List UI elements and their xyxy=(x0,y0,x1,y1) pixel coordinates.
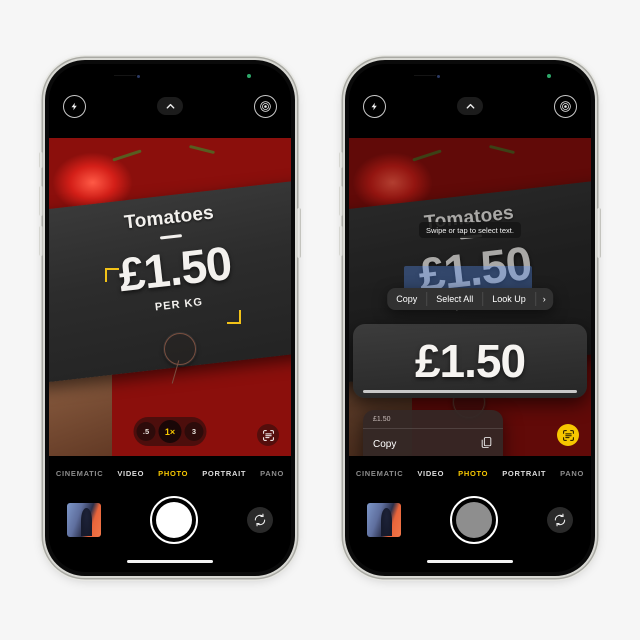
mode-portrait[interactable]: PORTRAIT xyxy=(202,469,246,478)
chevron-right-icon[interactable]: › xyxy=(536,288,553,310)
flash-icon[interactable] xyxy=(63,94,86,118)
zoom-chip-1x[interactable]: 1× xyxy=(158,420,182,443)
magnified-price-text: £1.50 xyxy=(414,335,526,387)
volume-up-button[interactable] xyxy=(39,186,43,216)
shutter-button[interactable] xyxy=(450,496,498,544)
dynamic-island xyxy=(432,64,508,74)
shutter-button[interactable] xyxy=(150,496,198,544)
currency-conversion-card: £1.50 Copy US dollars xyxy=(363,410,503,456)
face-id-sensor xyxy=(137,75,140,78)
volume-down-button[interactable] xyxy=(39,226,43,256)
mute-switch[interactable] xyxy=(39,152,43,168)
live-text-scan-icon[interactable] xyxy=(257,424,279,446)
mode-cinematic[interactable]: CINEMATIC xyxy=(56,469,103,478)
phone-right-screen: Tomatoes £1.50 PER KG Swipe or tap to se… xyxy=(349,64,591,572)
home-indicator xyxy=(427,559,513,563)
camera-top-bar xyxy=(49,86,291,126)
home-indicator xyxy=(127,559,213,563)
shutter-inner xyxy=(456,502,492,538)
chevron-up-icon[interactable] xyxy=(157,97,183,115)
selection-hint-tooltip: Swipe or tap to select text. xyxy=(419,222,521,238)
copy-icon[interactable] xyxy=(480,436,493,454)
mode-cinematic[interactable]: CINEMATIC xyxy=(356,469,403,478)
power-button[interactable] xyxy=(597,208,601,258)
camera-active-indicator xyxy=(247,74,251,78)
sign-divider xyxy=(159,234,183,240)
face-id-sensor xyxy=(437,75,440,78)
produce-crate xyxy=(49,373,112,456)
earpiece-speaker xyxy=(414,75,436,76)
flip-camera-icon[interactable] xyxy=(547,507,573,533)
conversion-row-title: Copy xyxy=(373,439,397,451)
conversion-row-copy[interactable]: Copy xyxy=(363,428,503,456)
flip-camera-icon[interactable] xyxy=(247,507,273,533)
volume-up-button[interactable] xyxy=(339,186,343,216)
conversion-card-header: £1.50 xyxy=(373,416,391,423)
phone-left: Tomatoes £1.50 PER KG .5 1× 3 CINEMATIC … xyxy=(39,60,301,576)
phone-left-screen: Tomatoes £1.50 PER KG .5 1× 3 CINEMATIC … xyxy=(49,64,291,572)
text-magnifier-panel: £1.50 xyxy=(353,324,587,398)
mode-video[interactable]: VIDEO xyxy=(117,469,144,478)
camera-active-indicator xyxy=(547,74,551,78)
live-text-scan-icon[interactable] xyxy=(557,424,579,446)
mode-video[interactable]: VIDEO xyxy=(417,469,444,478)
camera-mode-strip-right[interactable]: CINEMATIC VIDEO PHOTO PORTRAIT PANO xyxy=(349,460,591,486)
camera-viewfinder-right[interactable]: Tomatoes £1.50 PER KG Swipe or tap to se… xyxy=(349,138,591,456)
live-text-bracket-top-left xyxy=(105,268,119,282)
dynamic-island xyxy=(132,64,208,74)
text-magnifier-loupe[interactable] xyxy=(164,333,196,365)
zoom-chip-3x[interactable]: 3 xyxy=(184,422,204,441)
mode-photo[interactable]: PHOTO xyxy=(158,469,188,478)
photo-library-thumbnail[interactable] xyxy=(367,503,401,537)
live-text-bracket-bottom-right xyxy=(227,310,241,324)
zoom-level-selector[interactable]: .5 1× 3 xyxy=(133,417,207,446)
phone-right: Tomatoes £1.50 PER KG Swipe or tap to se… xyxy=(339,60,601,576)
mode-pano[interactable]: PANO xyxy=(560,469,584,478)
camera-top-bar xyxy=(349,86,591,126)
live-photo-icon[interactable] xyxy=(554,94,577,118)
menu-item-copy[interactable]: Copy xyxy=(387,288,426,310)
power-button[interactable] xyxy=(297,208,301,258)
mute-switch[interactable] xyxy=(339,152,343,168)
shutter-inner xyxy=(156,502,192,538)
screenshot-stage: Tomatoes £1.50 PER KG .5 1× 3 CINEMATIC … xyxy=(0,0,640,640)
mode-portrait[interactable]: PORTRAIT xyxy=(502,469,546,478)
zoom-chip-0.5x[interactable]: .5 xyxy=(136,422,156,441)
camera-mode-strip-left[interactable]: CINEMATIC VIDEO PHOTO PORTRAIT PANO xyxy=(49,460,291,486)
mode-pano[interactable]: PANO xyxy=(260,469,284,478)
menu-item-select-all[interactable]: Select All xyxy=(427,288,482,310)
earpiece-speaker xyxy=(114,75,136,76)
live-photo-icon[interactable] xyxy=(254,94,277,118)
magnifier-underline xyxy=(363,390,577,393)
camera-viewfinder-left[interactable]: Tomatoes £1.50 PER KG .5 1× 3 xyxy=(49,138,291,456)
camera-controls-left xyxy=(49,488,291,552)
volume-down-button[interactable] xyxy=(339,226,343,256)
mode-photo[interactable]: PHOTO xyxy=(458,469,488,478)
photo-library-thumbnail[interactable] xyxy=(67,503,101,537)
flash-icon[interactable] xyxy=(363,94,386,118)
menu-item-look-up[interactable]: Look Up xyxy=(483,288,535,310)
camera-controls-right xyxy=(349,488,591,552)
chevron-up-icon[interactable] xyxy=(457,97,483,115)
text-edit-menu[interactable]: Copy Select All Look Up › xyxy=(387,288,553,310)
